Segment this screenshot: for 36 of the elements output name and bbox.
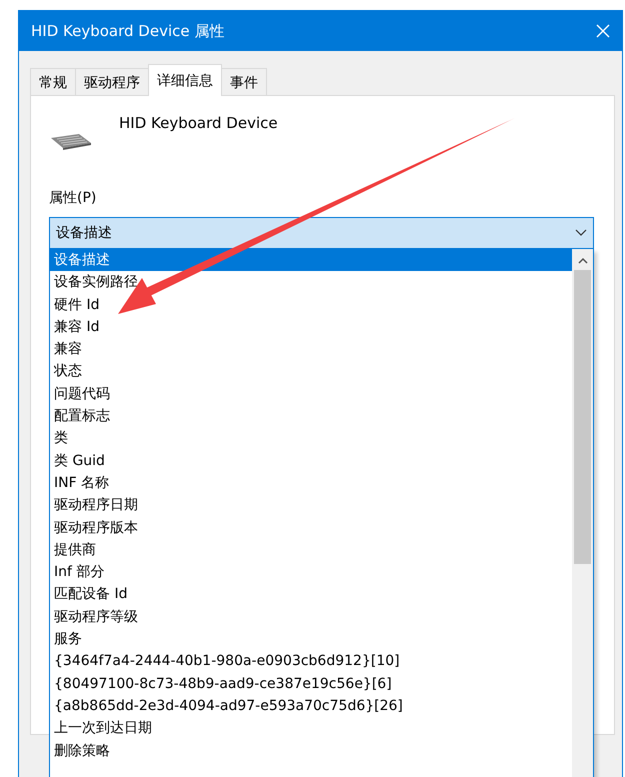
keyboard-icon: [49, 132, 93, 150]
list-item[interactable]: 兼容: [50, 338, 572, 360]
list-item[interactable]: 状态: [50, 360, 572, 383]
window-title: HID Keyboard Device 属性: [31, 22, 224, 40]
list-item[interactable]: 提供商: [50, 538, 572, 562]
list-item[interactable]: 驱动程序等级: [50, 606, 572, 628]
scroll-up-icon[interactable]: [578, 257, 588, 264]
tab[interactable]: 事件: [221, 68, 267, 96]
property-label: 属性(P): [49, 189, 98, 207]
list-item[interactable]: 删除策略: [50, 740, 572, 762]
list-item[interactable]: 类 Guid: [50, 450, 572, 472]
list-item[interactable]: 配置标志: [50, 405, 572, 428]
list-item[interactable]: 设备描述: [50, 249, 572, 272]
list-item[interactable]: 匹配设备 Id: [50, 583, 572, 606]
tab[interactable]: 常规: [30, 68, 76, 96]
list-item[interactable]: {a8b865dd-2e3d-4094-ad97-e593a70c75d6}[26]: [50, 694, 572, 718]
list-item[interactable]: 硬件 Id: [50, 294, 572, 316]
scrollbar-thumb[interactable]: [574, 270, 591, 564]
chevron-down-icon: [575, 229, 587, 237]
list-item[interactable]: Inf 部分: [50, 561, 572, 584]
property-dropdown[interactable]: 设备描述: [49, 217, 594, 249]
list-item[interactable]: {80497100-8c73-48b9-aad9-ce387e19c56e}[6]: [50, 672, 572, 695]
list-item[interactable]: INF 名称: [50, 472, 572, 494]
list-item[interactable]: 问题代码: [50, 382, 572, 406]
list-item[interactable]: {3464f7a4-2444-40b1-980a-e0903cb6d912}[10]: [50, 650, 572, 673]
list-item[interactable]: 设备实例路径: [50, 271, 572, 294]
list-item[interactable]: 兼容 Id: [50, 316, 572, 338]
list-item[interactable]: 类: [50, 427, 572, 450]
tab[interactable]: 详细信息: [148, 64, 222, 96]
list-item[interactable]: 上一次到达日期: [50, 717, 572, 740]
list-item[interactable]: 服务: [50, 628, 572, 650]
list-item[interactable]: 驱动程序日期: [50, 494, 572, 517]
device-name: HID Keyboard Device: [119, 114, 278, 132]
close-icon[interactable]: [596, 24, 610, 38]
scrollbar[interactable]: [572, 249, 593, 777]
list-item[interactable]: 驱动程序版本: [50, 516, 572, 539]
